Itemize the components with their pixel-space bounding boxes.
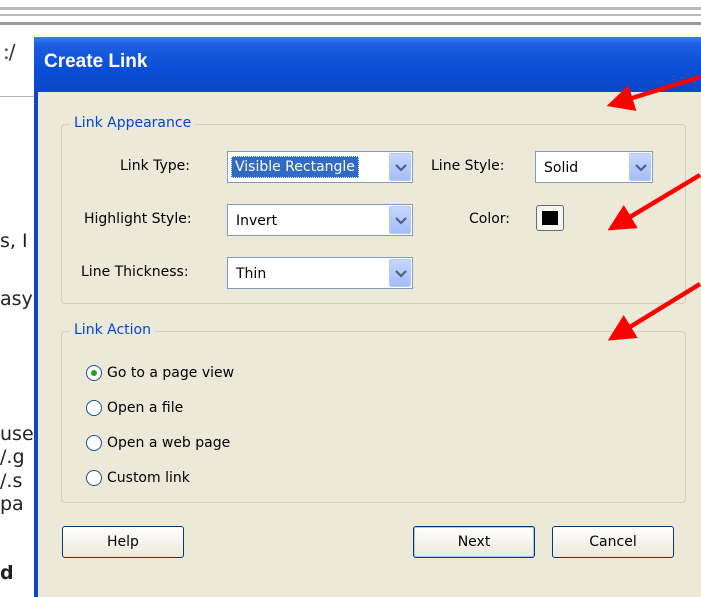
- annotation-arrows: [606, 74, 701, 341]
- red-arrow: [606, 74, 701, 111]
- red-arrow: [607, 282, 701, 341]
- red-arrow: [607, 173, 701, 231]
